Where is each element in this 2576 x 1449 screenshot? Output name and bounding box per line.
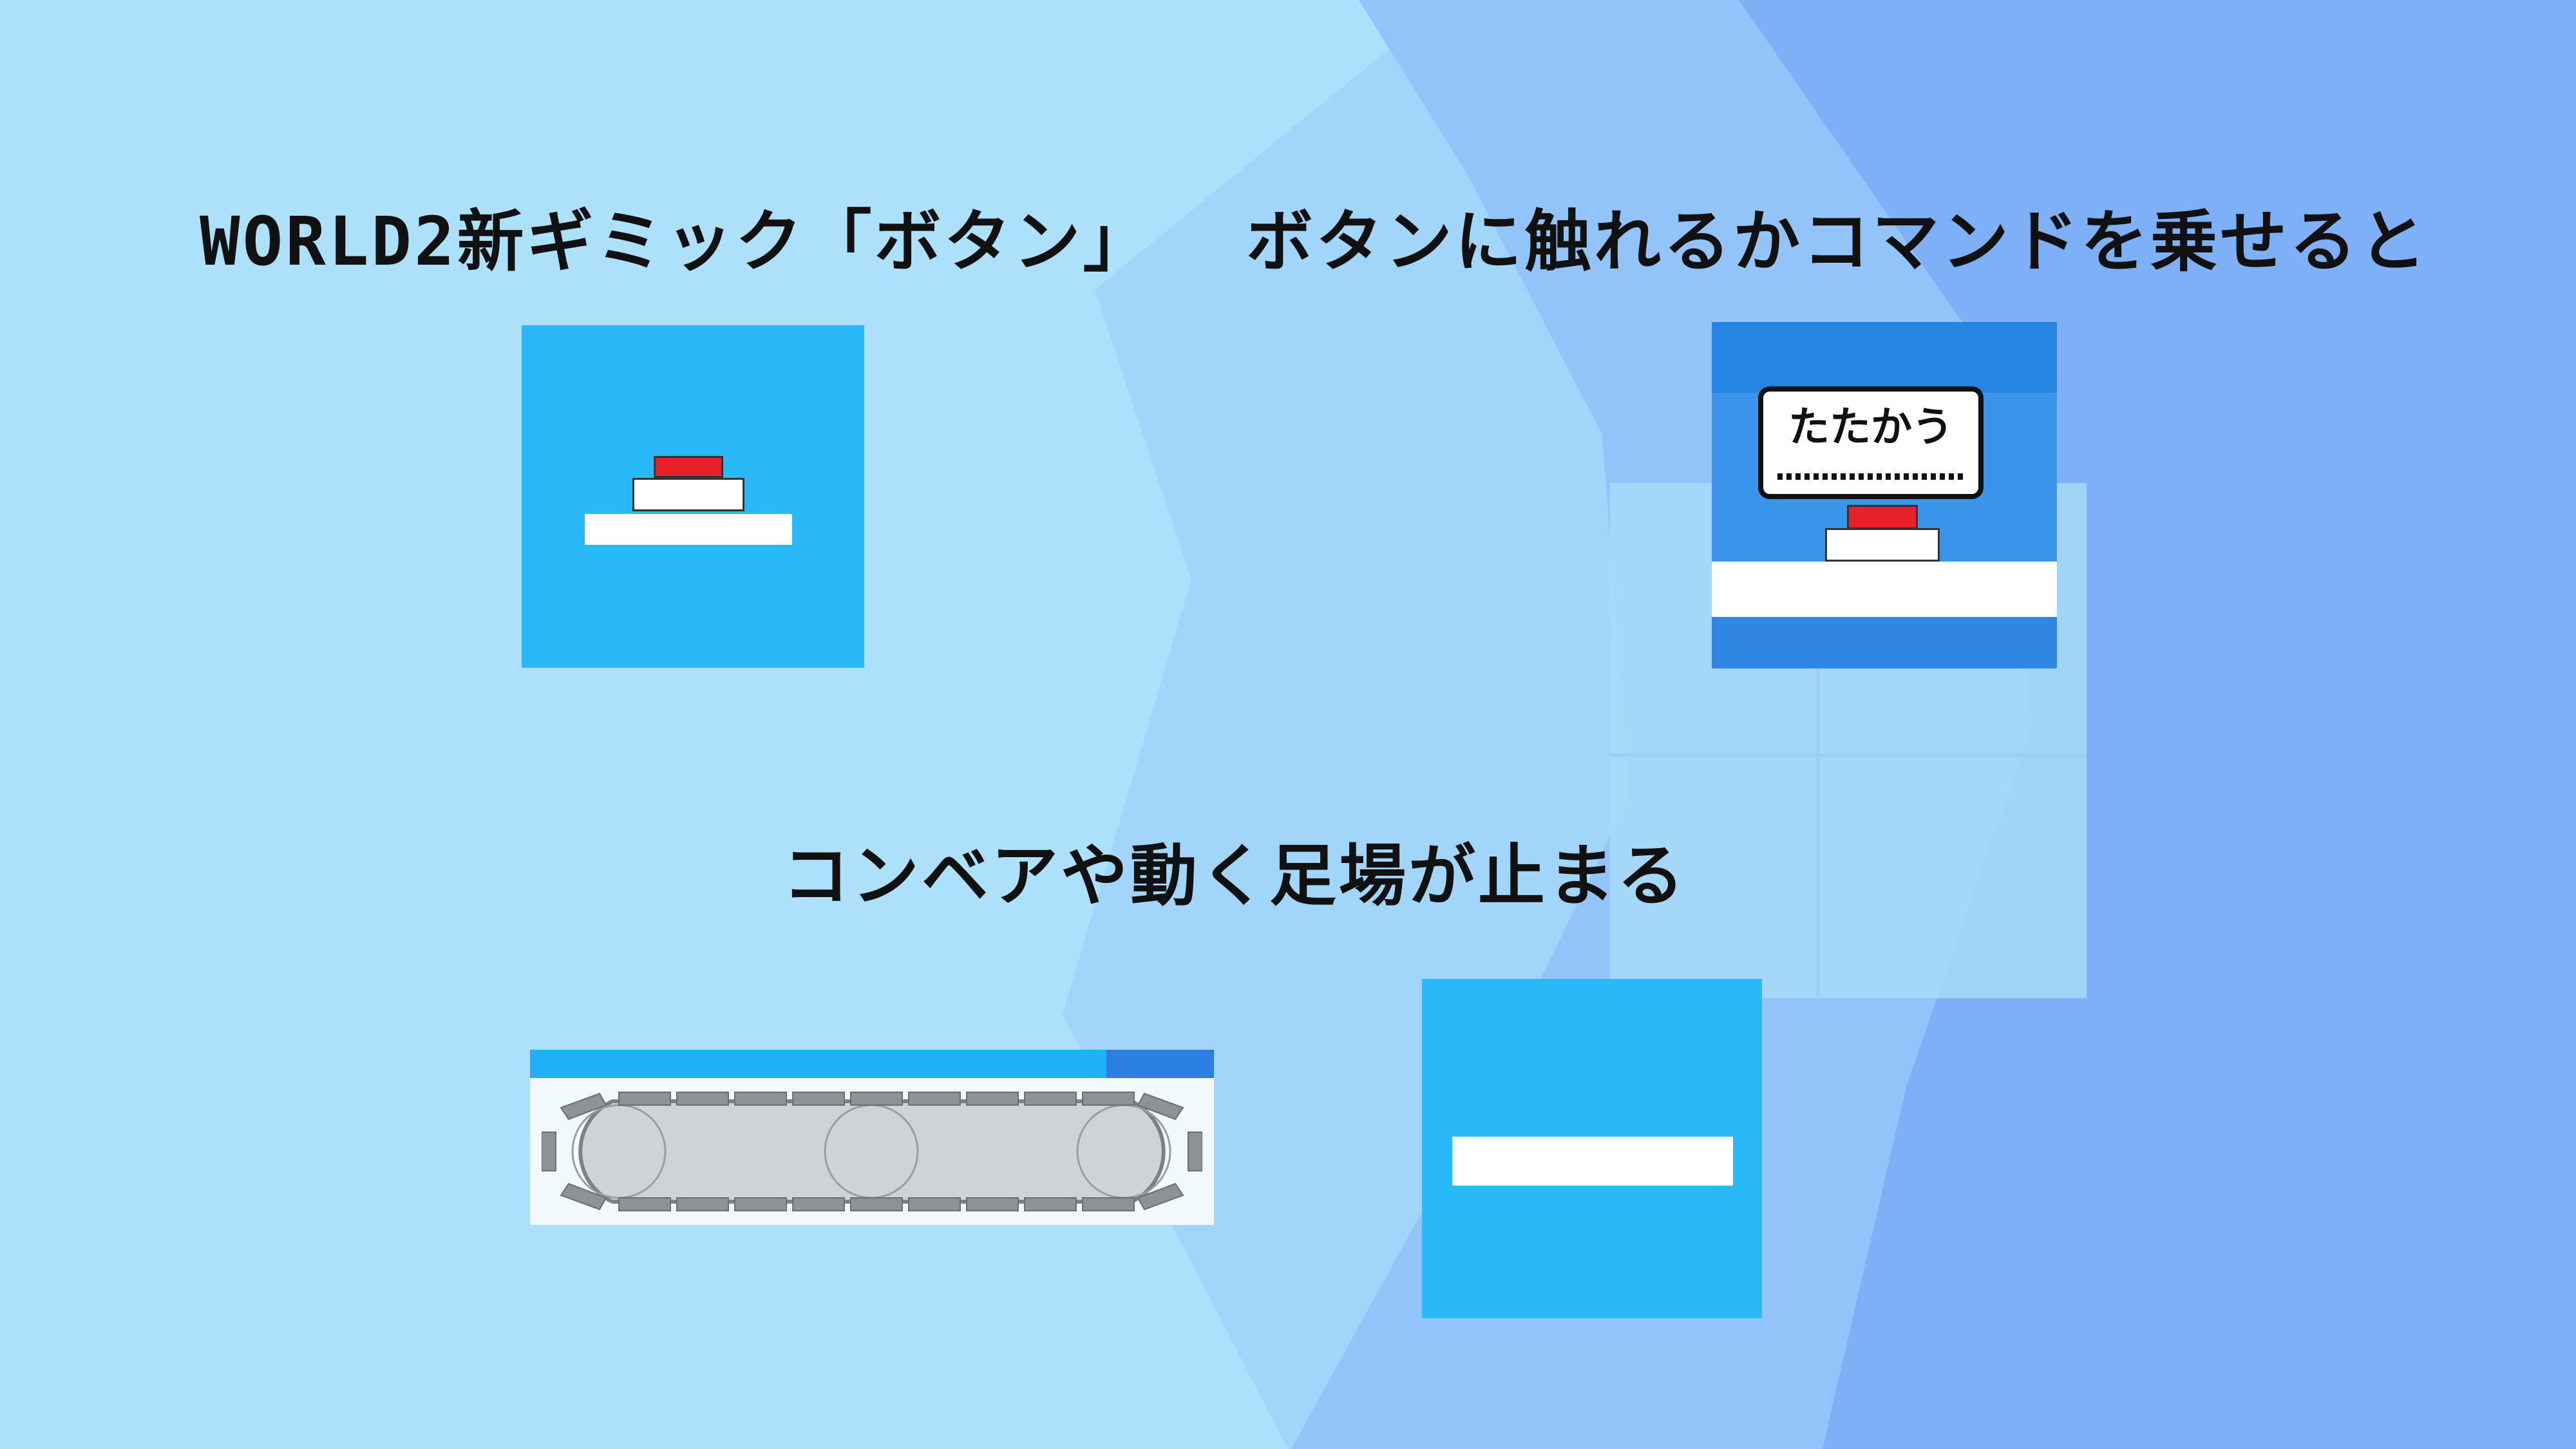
conveyor-tile	[530, 1050, 1214, 1225]
conveyor-belt-icon	[542, 1092, 1202, 1211]
button-gimmick-tile	[522, 325, 864, 668]
moving-platform-icon	[1452, 1137, 1733, 1186]
command-label: たたかう	[1788, 404, 1953, 451]
button-base	[632, 478, 744, 511]
moving-platform-tile	[1422, 979, 1762, 1318]
button-floor	[1712, 562, 2057, 617]
command-bubble: たたかう	[1758, 386, 1984, 499]
button-base	[1825, 528, 1940, 562]
background-panel-divider-h	[1610, 753, 2087, 757]
button-floor	[585, 514, 792, 545]
caption-new-gimmick: WORLD2新ギミック「ボタン」	[200, 202, 1153, 281]
red-button-icon	[654, 456, 723, 478]
tile-sky-band	[1712, 322, 2057, 393]
background-panel-divider-v	[1816, 644, 1820, 998]
red-button-icon	[1847, 505, 1918, 529]
caption-effect: コンベアや動く足場が止まる	[782, 837, 1687, 915]
caption-button-condition: ボタンに触れるかコマンドを乗せると	[1246, 202, 2429, 281]
conveyor-sky-band-dark	[1106, 1050, 1214, 1078]
tile-ground-band	[1712, 617, 2057, 668]
command-on-button-tile: たたかう	[1712, 322, 2057, 668]
command-dots	[1777, 473, 1964, 480]
